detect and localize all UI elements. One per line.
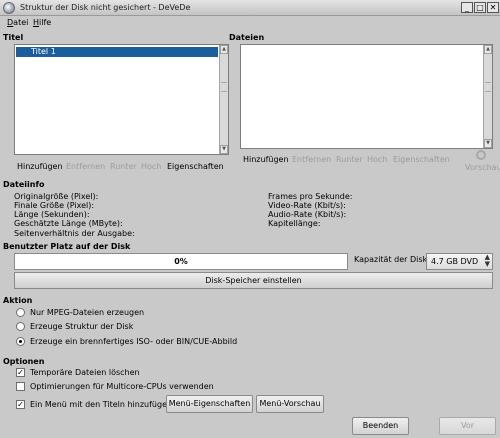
checkbox-multicore[interactable] bbox=[16, 382, 25, 391]
files-scrollbar[interactable]: ▲ ▼ bbox=[483, 45, 492, 148]
fileinfo-original-size: Originalgröße (Pixel): bbox=[14, 192, 99, 201]
next-button[interactable]: Vor bbox=[439, 417, 496, 435]
fileinfo-chapter-length: Kapitellänge: bbox=[268, 219, 321, 228]
files-down-button[interactable]: Runter bbox=[336, 155, 363, 164]
files-label: Dateien bbox=[229, 33, 265, 42]
quit-button[interactable]: Beenden bbox=[352, 417, 409, 435]
scroll-up-icon[interactable]: ▲ bbox=[220, 45, 228, 54]
title-bar: Struktur der Disk nicht gesichert - DeVe… bbox=[0, 0, 500, 16]
checkbox-temp-files[interactable]: ✓ bbox=[16, 368, 25, 377]
capacity-select[interactable]: 4.7 GB DVD ▲ ▼ bbox=[426, 253, 493, 270]
titles-list[interactable]: Titel 1 ▲ ▼ bbox=[14, 44, 229, 155]
fileinfo-length: Länge (Sekunden): bbox=[14, 210, 90, 219]
scroll-grip[interactable] bbox=[485, 82, 491, 92]
radio-iso-image[interactable] bbox=[16, 337, 25, 346]
title-list-item[interactable]: Titel 1 bbox=[16, 47, 218, 57]
menu-file[interactable]: Datei bbox=[7, 18, 28, 27]
titles-remove-button[interactable]: Entfernen bbox=[66, 162, 105, 171]
files-list[interactable]: ▲ ▼ bbox=[240, 44, 493, 149]
files-remove-button[interactable]: Entfernen bbox=[292, 155, 331, 164]
titles-add-button[interactable]: Hinzufügen bbox=[17, 162, 63, 171]
capacity-value: 4.7 GB DVD bbox=[431, 257, 479, 266]
fileinfo-label: Dateiinfo bbox=[3, 180, 45, 189]
radio-iso-image-label[interactable]: Erzeuge ein brennfertiges ISO- oder BIN/… bbox=[30, 337, 237, 346]
menu-help[interactable]: Hilfe bbox=[33, 18, 51, 27]
scroll-down-icon[interactable]: ▼ bbox=[484, 139, 492, 148]
close-button[interactable]: ✕ bbox=[487, 2, 499, 13]
checkbox-menu[interactable]: ✓ bbox=[16, 400, 25, 409]
scroll-down-icon[interactable]: ▼ bbox=[220, 145, 228, 154]
preview-icon bbox=[476, 150, 486, 160]
fileinfo-aspect-ratio: Seitenverhältnis der Ausgabe: bbox=[14, 229, 135, 238]
maximize-button[interactable]: □ bbox=[474, 2, 486, 13]
titles-label: Titel bbox=[3, 33, 24, 42]
radio-disk-structure-label[interactable]: Erzeuge Struktur der Disk bbox=[30, 322, 133, 331]
radio-mpeg-only[interactable] bbox=[16, 308, 25, 317]
minimize-button[interactable]: _ bbox=[461, 2, 473, 13]
checkbox-temp-files-label[interactable]: Temporäre Dateien löschen bbox=[30, 368, 140, 377]
files-add-button[interactable]: Hinzufügen bbox=[243, 155, 289, 164]
fileinfo-final-size: Finale Größe (Pixel): bbox=[14, 201, 95, 210]
titles-down-button[interactable]: Runter bbox=[110, 162, 137, 171]
titles-properties-button[interactable]: Eigenschaften bbox=[167, 162, 224, 171]
combo-arrows-icon: ▲ ▼ bbox=[484, 253, 490, 268]
disk-usage-label: Benutzter Platz auf der Disk bbox=[3, 242, 131, 251]
options-label: Optionen bbox=[3, 357, 45, 366]
fileinfo-fps: Frames pro Sekunde: bbox=[268, 192, 353, 201]
capacity-label: Kapazität der Disk: bbox=[354, 255, 430, 264]
radio-disk-structure[interactable] bbox=[16, 322, 25, 331]
fileinfo-audio-rate: Audio-Rate (Kbit/s): bbox=[268, 210, 347, 219]
menu-bar: Datei Hilfe bbox=[0, 17, 500, 31]
titles-scrollbar[interactable]: ▲ ▼ bbox=[219, 45, 228, 154]
checkbox-multicore-label[interactable]: Optimierungen für Multicore-CPUs verwend… bbox=[30, 382, 214, 391]
radio-mpeg-only-label[interactable]: Nur MPEG-Dateien erzeugen bbox=[30, 308, 144, 317]
files-up-button[interactable]: Hoch bbox=[367, 155, 387, 164]
files-preview-button[interactable]: Vorschau bbox=[465, 163, 500, 172]
disk-usage-progress: 0% bbox=[14, 253, 348, 270]
disk-settings-button[interactable]: Disk-Speicher einstellen bbox=[14, 272, 493, 289]
window-title: Struktur der Disk nicht gesichert - DeVe… bbox=[20, 3, 191, 12]
app-icon bbox=[3, 2, 15, 14]
scroll-up-icon[interactable]: ▲ bbox=[484, 45, 492, 54]
fileinfo-video-rate: Video-Rate (Kbit/s): bbox=[268, 201, 346, 210]
menu-preview-button[interactable]: Menü-Vorschau bbox=[256, 395, 324, 413]
checkbox-menu-label[interactable]: Ein Menü mit den Titeln hinzufügen bbox=[30, 400, 172, 409]
menu-properties-button[interactable]: Menü-Eigenschaften bbox=[166, 395, 253, 413]
files-properties-button[interactable]: Eigenschaften bbox=[393, 155, 450, 164]
scroll-grip[interactable] bbox=[221, 82, 227, 92]
action-label: Aktion bbox=[3, 296, 33, 305]
fileinfo-estimated-length: Geschätzte Länge (MByte): bbox=[14, 219, 123, 228]
titles-up-button[interactable]: Hoch bbox=[141, 162, 161, 171]
